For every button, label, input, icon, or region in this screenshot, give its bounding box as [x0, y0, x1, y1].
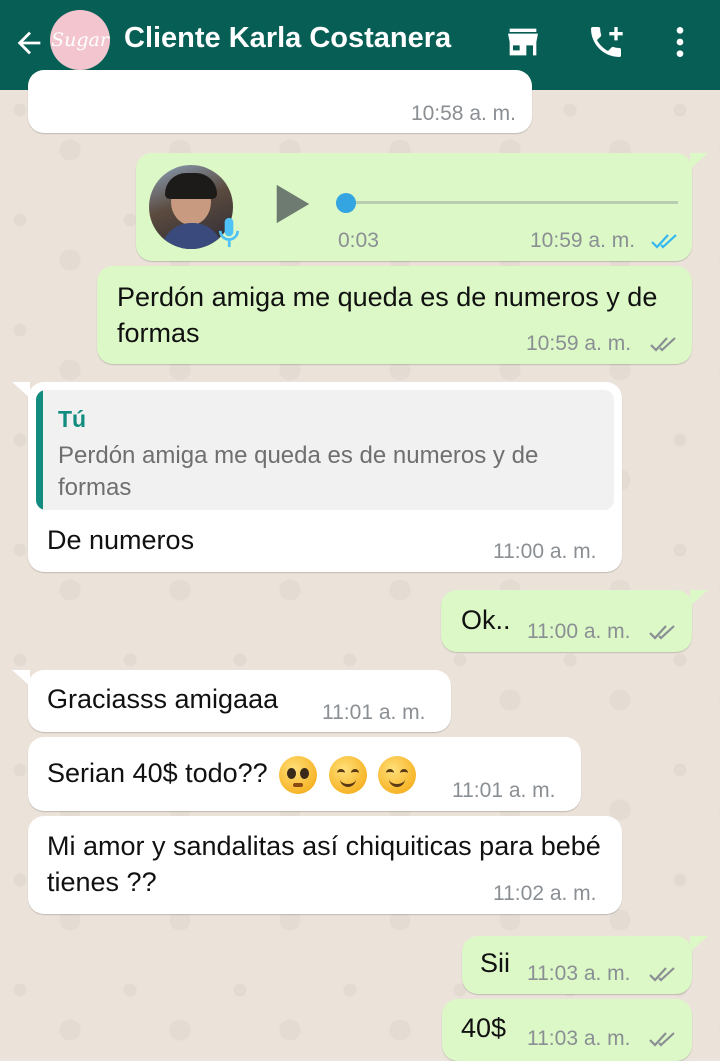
message-text: 40$: [461, 1013, 507, 1043]
add-call-icon[interactable]: [586, 22, 626, 62]
voice-duration: 0:03: [338, 229, 379, 252]
message-outgoing[interactable]: Sii 11:03 a. m.: [462, 936, 692, 994]
delivered-ticks-icon: [649, 1032, 675, 1047]
bubble-tail: [12, 670, 30, 686]
message-text: Graciasss amigaaa: [47, 684, 279, 714]
message-time: 10:59 a. m.: [530, 229, 636, 252]
message-time: 11:00 a. m.: [527, 620, 631, 643]
message-text: De numeros: [47, 525, 195, 555]
back-arrow-icon[interactable]: [12, 26, 46, 60]
message-outgoing[interactable]: Perdón amiga me queda es de numeros y de…: [97, 266, 692, 364]
audio-progress-track[interactable]: [346, 201, 678, 204]
quote-author: Tú: [58, 406, 87, 432]
message-time: 11:03 a. m.: [527, 1027, 631, 1050]
microphone-icon: [218, 217, 240, 248]
smiling-face-emoji: [328, 755, 367, 794]
message-incoming-reply[interactable]: Tú Perdón amiga me queda es de numeros y…: [28, 382, 622, 572]
delivered-ticks-icon: [649, 967, 675, 982]
message-incoming[interactable]: 10:58 a. m.: [28, 70, 532, 133]
contact-avatar[interactable]: Sugar: [50, 10, 110, 70]
quote-accent-bar: [36, 390, 43, 510]
message-incoming[interactable]: Graciasss amigaaa 11:01 a. m.: [28, 670, 451, 732]
bubble-tail: [690, 590, 708, 606]
message-text: Ok..: [461, 605, 511, 635]
delivered-ticks-icon: [650, 337, 676, 352]
smiling-face-emoji: [378, 755, 417, 794]
contact-name[interactable]: Cliente Karla Costanera: [124, 22, 451, 55]
message-outgoing[interactable]: 40$ 11:03 a. m.: [442, 999, 692, 1061]
message-text: Sii: [480, 948, 511, 978]
delivered-ticks-icon: [649, 625, 675, 640]
message-voice-note[interactable]: 0:03 10:59 a. m.: [136, 153, 692, 261]
message-time: 11:02 a. m.: [493, 882, 597, 905]
message-time: 11:03 a. m.: [527, 962, 631, 985]
quoted-message[interactable]: Tú Perdón amiga me queda es de numeros y…: [36, 390, 614, 510]
play-icon[interactable]: [272, 183, 312, 225]
message-text-row: Serian 40$ todo??: [47, 755, 417, 794]
message-time: 11:00 a. m.: [493, 540, 597, 563]
bubble-tail: [690, 153, 708, 169]
message-time: 10:58 a. m.: [410, 102, 516, 125]
message-time: 11:01 a. m.: [322, 701, 426, 724]
message-outgoing[interactable]: Ok.. 11:00 a. m.: [441, 590, 692, 652]
message-text: Serian 40$ todo??: [47, 758, 268, 788]
quote-text: Perdón amiga me queda es de numeros y de…: [58, 442, 539, 501]
bubble-tail: [12, 382, 30, 398]
message-time: 11:01 a. m.: [452, 779, 556, 802]
message-incoming[interactable]: Serian 40$ todo?? 11:01 a. m.: [28, 737, 581, 811]
store-icon[interactable]: [503, 22, 543, 62]
message-incoming[interactable]: Mi amor y sandalitas así chiquiticas par…: [28, 816, 622, 914]
audio-progress-thumb[interactable]: [336, 193, 356, 213]
more-vert-icon[interactable]: [660, 22, 700, 62]
read-ticks-icon: [651, 234, 677, 249]
bubble-tail: [690, 936, 708, 952]
pleading-face-emoji: [279, 755, 318, 794]
message-time: 10:59 a. m.: [526, 332, 632, 355]
avatar-logo-text: Sugar: [51, 29, 109, 51]
